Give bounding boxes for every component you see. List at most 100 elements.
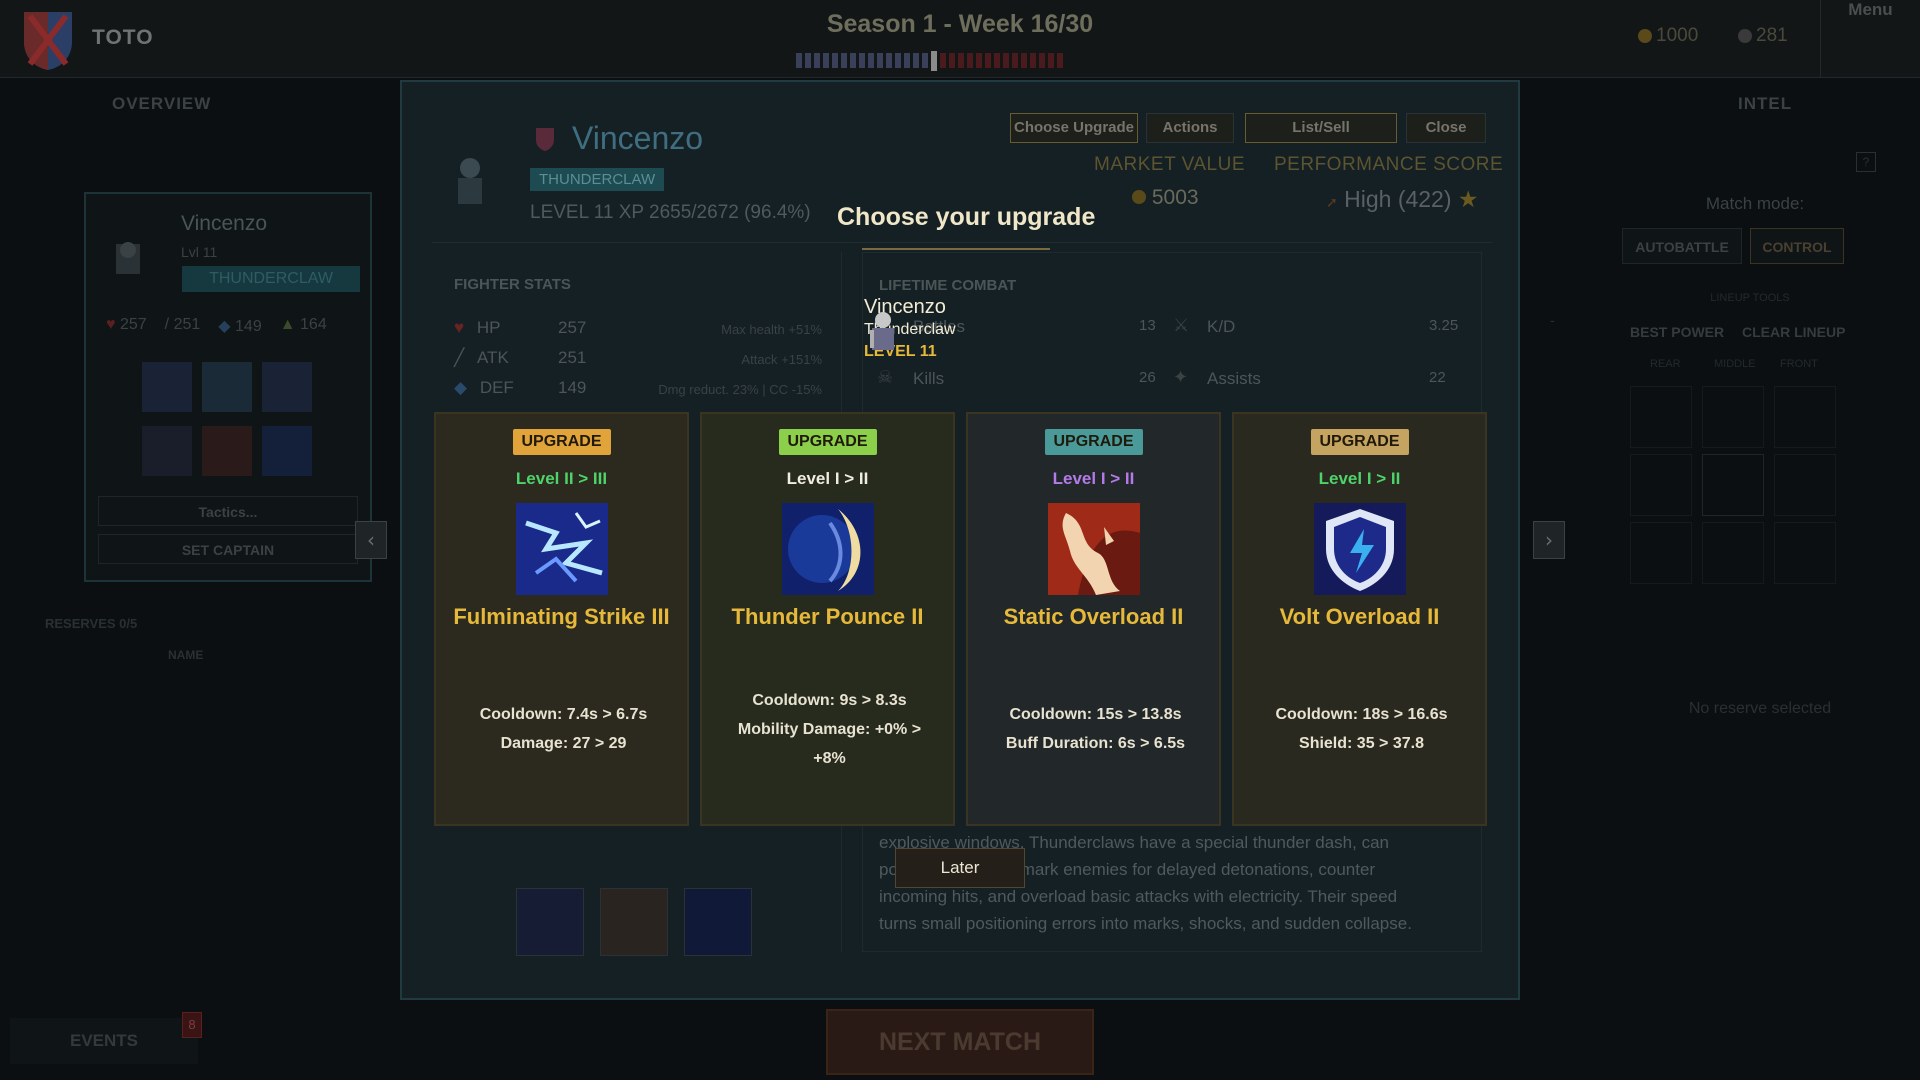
upgrade-details: Cooldown: 9s > 8.3s Mobility Damage: +0%…: [737, 692, 922, 767]
lightning-shield-icon: [1313, 503, 1406, 595]
lineup-slot[interactable]: [1630, 454, 1692, 516]
upgrade-level: Level I > II: [1052, 469, 1135, 488]
gem-counter: 281: [1738, 25, 1788, 47]
sword-icon: /: [164, 316, 170, 333]
autobattle-button[interactable]: AUTOBATTLE: [1622, 228, 1742, 264]
lineup-slot[interactable]: [1702, 454, 1764, 516]
combat-kills-value: 26: [1139, 369, 1156, 386]
lineup-slot[interactable]: [1774, 454, 1836, 516]
week-marker: [949, 53, 955, 68]
upgrade-level: Level II > III: [515, 469, 608, 488]
tactics-button[interactable]: Tactics...: [98, 496, 358, 526]
skill-slot[interactable]: [516, 888, 584, 956]
captain-card[interactable]: Vincenzo Lvl 11 THUNDERCLAW ♥ 257 / 251 …: [84, 192, 372, 582]
skill-slot[interactable]: [142, 362, 192, 412]
front-label: FRONT: [1780, 358, 1818, 370]
set-captain-button[interactable]: SET CAPTAIN: [98, 534, 358, 564]
menu-button[interactable]: Menu: [1820, 0, 1920, 78]
skill-slot[interactable]: [202, 362, 252, 412]
upgrade-card-fulminating-strike[interactable]: UPGRADE Level II > III Fulminating Strik…: [434, 412, 689, 826]
upgrade-details: Cooldown: 18s > 16.6s Shield: 35 > 37.8: [1275, 706, 1448, 752]
season-week-label: Season 1 - Week 16/30: [826, 10, 1094, 38]
week-marker: [841, 53, 847, 68]
intel-dash: -: [1550, 312, 1555, 328]
week-marker: [994, 53, 1000, 68]
crossed-swords-icon: ⚔: [1173, 315, 1190, 336]
sword-icon: ╱: [454, 348, 465, 367]
week-marker: [1003, 53, 1009, 68]
market-value-label: MARKET VALUE: [1094, 154, 1246, 175]
week-marker: [877, 53, 883, 68]
combat-kills-label: Kills: [913, 369, 945, 388]
team-name: TOTO: [92, 26, 154, 49]
list-sell-button[interactable]: List/Sell: [1245, 113, 1397, 143]
prev-fighter-button[interactable]: ‹: [355, 521, 387, 559]
card-fighter-name: Vincenzo: [181, 212, 268, 235]
fighter-avatar-icon: [870, 312, 894, 350]
week-marker: [832, 53, 838, 68]
handshake-icon: ✦: [1173, 367, 1189, 388]
week-marker: [1012, 53, 1018, 68]
combat-kd-label: K/D: [1207, 317, 1236, 336]
upgrade-badge: UPGRADE: [778, 429, 877, 455]
skill-slot[interactable]: [262, 362, 312, 412]
name-column-header: NAME: [168, 648, 204, 662]
upgrade-card-thunder-pounce[interactable]: UPGRADE Level I > II Thunder Pounce II C…: [700, 412, 955, 826]
upgrade-card-static-overload[interactable]: UPGRADE Level I > II Static Overload II …: [966, 412, 1221, 826]
skill-slot[interactable]: [142, 426, 192, 476]
lineup-grid: [1630, 386, 1870, 586]
week-marker: [913, 53, 919, 68]
clear-lineup-button[interactable]: CLEAR LINEUP: [1742, 324, 1845, 340]
upgrade-details: Cooldown: 7.4s > 6.7s Damage: 27 > 29: [479, 706, 648, 752]
upgrade-name: Thunder Pounce II: [731, 604, 924, 629]
lineup-slot[interactable]: [1702, 522, 1764, 584]
week-marker: [940, 53, 946, 68]
next-fighter-button[interactable]: ›: [1533, 521, 1565, 559]
week-marker: [958, 53, 964, 68]
events-button[interactable]: EVENTS: [10, 1018, 198, 1064]
next-match-button[interactable]: NEXT MATCH: [826, 1009, 1094, 1075]
card-class-badge: THUNDERCLAW: [182, 266, 360, 292]
close-button[interactable]: Close: [1406, 113, 1486, 143]
help-button[interactable]: ?: [1856, 152, 1876, 172]
choose-upgrade-button[interactable]: Choose Upgrade: [1010, 113, 1138, 143]
skill-slot[interactable]: [600, 888, 668, 956]
crescent-pounce-icon: [781, 503, 874, 595]
fighter-stats-title: FIGHTER STATS: [454, 276, 571, 293]
upgrade-badge: UPGRADE: [512, 429, 611, 455]
reserves-label: RESERVES 0/5: [45, 616, 138, 631]
team-crest-icon: [536, 128, 554, 151]
lineup-slot[interactable]: [1630, 386, 1692, 448]
week-marker: [1030, 53, 1036, 68]
top-bar: TOTO Season 1 - Week 16/30 1000 281 Menu: [0, 0, 1920, 78]
best-power-button[interactable]: BEST POWER: [1630, 324, 1724, 340]
lineup-slot[interactable]: [1630, 522, 1692, 584]
upgrade-badge: UPGRADE: [1044, 429, 1143, 455]
gem-amount: 281: [1756, 25, 1788, 46]
week-marker: [796, 53, 802, 68]
week-marker: [850, 53, 856, 68]
later-button[interactable]: Later: [895, 848, 1025, 888]
fighter-portrait-icon: [458, 158, 482, 204]
actions-button[interactable]: Actions: [1146, 113, 1234, 143]
lineup-slot[interactable]: [1774, 522, 1836, 584]
combat-battles-value: 13: [1139, 317, 1156, 334]
trend-icon: ➚: [1326, 194, 1338, 210]
week-marker: [859, 53, 865, 68]
lineup-slot[interactable]: [1774, 386, 1836, 448]
skill-slot[interactable]: [684, 888, 752, 956]
overview-tab[interactable]: OVERVIEW: [112, 94, 211, 114]
combat-assists-value: 22: [1429, 369, 1446, 386]
gold-coin-icon: [1132, 190, 1146, 204]
skill-slot[interactable]: [202, 426, 252, 476]
control-button[interactable]: CONTROL: [1750, 228, 1844, 264]
intel-panel: Match mode: ? AUTOBATTLE CONTROL LINEUP …: [1600, 100, 1920, 800]
lineup-slot[interactable]: [1702, 386, 1764, 448]
combat-assists-label: Assists: [1207, 369, 1261, 388]
upgrade-name: Fulminating Strike III: [453, 604, 670, 629]
upgrade-card-volt-overload[interactable]: UPGRADE Level I > II Volt Overload II Co…: [1232, 412, 1487, 826]
market-value: 5003: [1132, 186, 1199, 210]
stat-hp-note: Max health +51%: [721, 322, 822, 337]
skill-slot[interactable]: [262, 426, 312, 476]
skull-icon: ☠: [877, 367, 894, 388]
